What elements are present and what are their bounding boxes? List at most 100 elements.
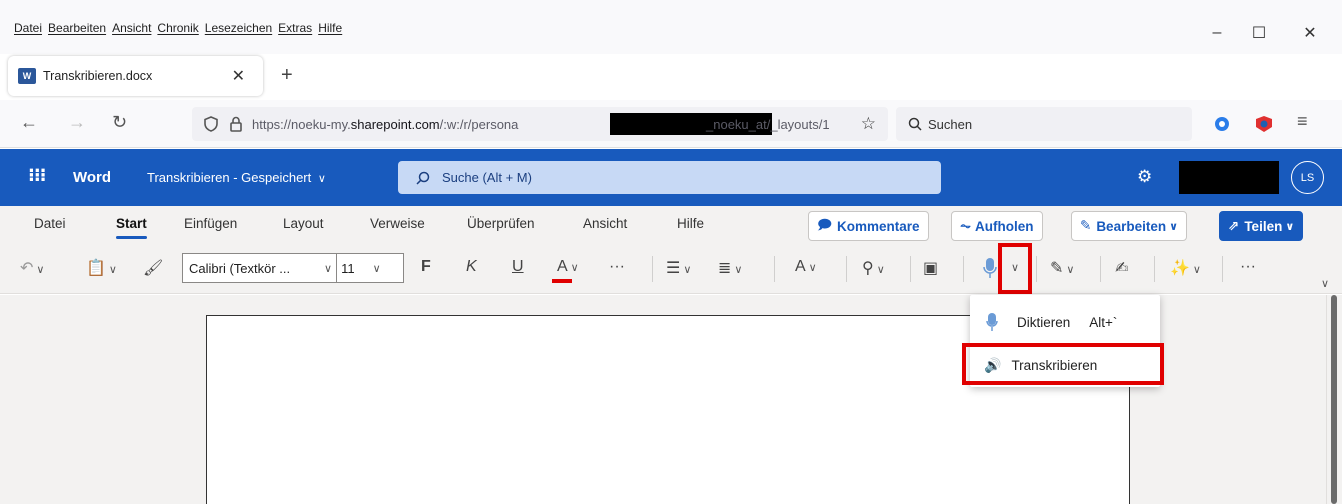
hamburger-menu-icon[interactable]: ≡ [1297,111,1308,132]
editing-label: Bearbeiten [1096,218,1167,234]
extension-icon[interactable] [1254,115,1274,133]
word-header: ⁝⁝⁝ Word Transkribieren - Gespeichert ∨ … [0,149,1342,206]
divider [846,256,847,282]
close-tab-icon[interactable]: ✕ [232,66,245,86]
browser-search-field[interactable]: Suchen [896,107,1192,141]
menu-extras[interactable]: Extras [278,21,312,35]
divider [1222,256,1223,282]
tab-layout[interactable]: Layout [283,216,324,231]
minimize-button[interactable]: – [1194,20,1240,46]
shield-icon [204,116,218,132]
menu-bearbeiten[interactable]: Bearbeiten [48,21,106,35]
align-icon[interactable]: ≣ ∨ [718,258,742,278]
tab-verweise[interactable]: Verweise [370,216,425,231]
font-color-swatch [552,279,572,283]
app-launcher-icon[interactable]: ⁝⁝⁝ [28,165,46,186]
share-button[interactable]: ⇗ Teilen ∨ [1219,211,1304,241]
menu-hilfe[interactable]: Hilfe [318,21,342,35]
italic-button[interactable]: K [466,258,477,276]
bullets-icon[interactable]: ☰ ∨ [666,258,691,278]
more-format-button[interactable]: ··· [609,258,625,276]
microphone-icon[interactable] [983,257,997,279]
tab-ueberpruefen[interactable]: Überprüfen [467,216,535,231]
find-icon[interactable]: ⚲ ∨ [862,258,885,278]
bookmark-star-icon[interactable]: ☆ [861,114,876,134]
vertical-scrollbar[interactable] [1326,295,1342,504]
tab-einfuegen[interactable]: Einfügen [184,216,237,231]
highlight-box [962,343,1164,385]
close-window-button[interactable]: ✕ [1287,20,1333,46]
immersive-reader-icon[interactable]: ▣ [923,258,938,278]
clipboard-icon[interactable]: 📋 ∨ [86,258,117,278]
menu-list: Datei Bearbeiten Ansicht Chronik Lesezei… [14,21,348,35]
editor-icon[interactable]: ✎ ∨ [1050,258,1074,278]
more-options-button[interactable]: ··· [1240,258,1256,276]
tab-title: Transkribieren.docx [43,69,153,83]
rewrite-icon[interactable]: ✨ ∨ [1170,258,1201,278]
user-avatar[interactable]: LS [1291,161,1324,194]
font-color-button[interactable]: A ∨ [557,258,579,276]
format-painter-icon[interactable]: 🖌 [143,258,163,278]
document-title[interactable]: Transkribieren - Gespeichert ∨ [147,170,326,185]
share-label: Teilen [1244,218,1283,234]
tab-datei[interactable]: Datei [34,216,66,231]
address-bar[interactable]: https://noeku-my.sharepoint.com/:w:/r/pe… [192,107,888,141]
url-text: https://noeku-my.sharepoint.com/:w:/r/pe… [252,116,519,132]
search-placeholder: Suchen [928,116,973,132]
divider [1100,256,1101,282]
comments-button[interactable]: 🗩 Kommentare [808,211,929,241]
navigation-bar: ← → ↻ https://noeku-my.sharepoint.com/:w… [0,100,1342,148]
pulse-icon: ⏦ [960,218,972,233]
maximize-button[interactable]: ☐ [1236,20,1282,46]
catchup-label: Aufholen [975,218,1034,234]
designer-icon[interactable]: ✍ [1115,258,1128,278]
search-icon [416,171,430,185]
undo-icon[interactable]: ↶ ∨ [20,258,44,278]
new-tab-button[interactable]: + [281,64,293,87]
app-name[interactable]: Word [73,169,111,186]
chevron-down-icon: ∨ [1285,220,1295,233]
share-icon: ⇗ [1228,218,1240,233]
word-search-box[interactable]: Suche (Alt + M) [398,161,941,194]
styles-icon[interactable]: A ∨ [795,258,817,276]
redaction [1179,161,1279,194]
chevron-down-icon: ∨ [1169,220,1179,233]
tab-hilfe[interactable]: Hilfe [677,216,704,231]
vpn-icon[interactable] [1213,115,1231,133]
divider [1036,256,1037,282]
font-size: 11 [341,260,355,276]
menu-datei[interactable]: Datei [14,21,42,35]
menu-chronik[interactable]: Chronik [157,21,198,35]
back-icon[interactable]: ← [20,112,38,133]
highlight-box [998,243,1032,294]
font-name: Calibri (Textkör ... [189,260,291,276]
microphone-icon [986,313,998,331]
diktieren-shortcut: Alt+` [1089,314,1118,330]
diktieren-label: Diktieren [1017,314,1071,330]
underline-button[interactable]: U [512,258,524,276]
reload-icon[interactable]: ↻ [112,112,127,133]
browser-tab[interactable]: W Transkribieren.docx ✕ [8,56,263,96]
forward-icon[interactable]: → [68,112,86,133]
catchup-button[interactable]: ⏦ Aufholen [951,211,1043,241]
url-suffix: _noeku_at/_layouts/1 [706,116,830,132]
divider [774,256,775,282]
comment-icon: 🗩 [817,216,832,232]
word-file-icon: W [18,68,36,84]
scrollbar-thumb[interactable] [1331,295,1337,504]
font-size-selector[interactable]: 11 ∨ [336,254,394,282]
menu-item-diktieren[interactable]: Diktieren Alt+` [970,303,1160,341]
pencil-icon: ✎ [1080,218,1092,233]
menu-lesezeichen[interactable]: Lesezeichen [205,21,272,35]
expand-ribbon-icon[interactable]: ∨ [1318,274,1329,292]
font-selector[interactable]: Calibri (Textkör ... ∨ 11 ∨ [182,253,404,283]
menu-ansicht[interactable]: Ansicht [112,21,151,35]
editing-mode-button[interactable]: ✎ Bearbeiten ∨ [1071,211,1188,241]
browser-menu-bar: Datei Bearbeiten Ansicht Chronik Lesezei… [0,0,1342,54]
divider [652,256,653,282]
chevron-down-icon: ∨ [324,262,333,275]
tab-start[interactable]: Start [116,216,147,239]
settings-gear-icon[interactable]: ⚙ [1137,167,1152,187]
tab-ansicht[interactable]: Ansicht [583,216,627,231]
bold-button[interactable]: F [421,258,431,276]
